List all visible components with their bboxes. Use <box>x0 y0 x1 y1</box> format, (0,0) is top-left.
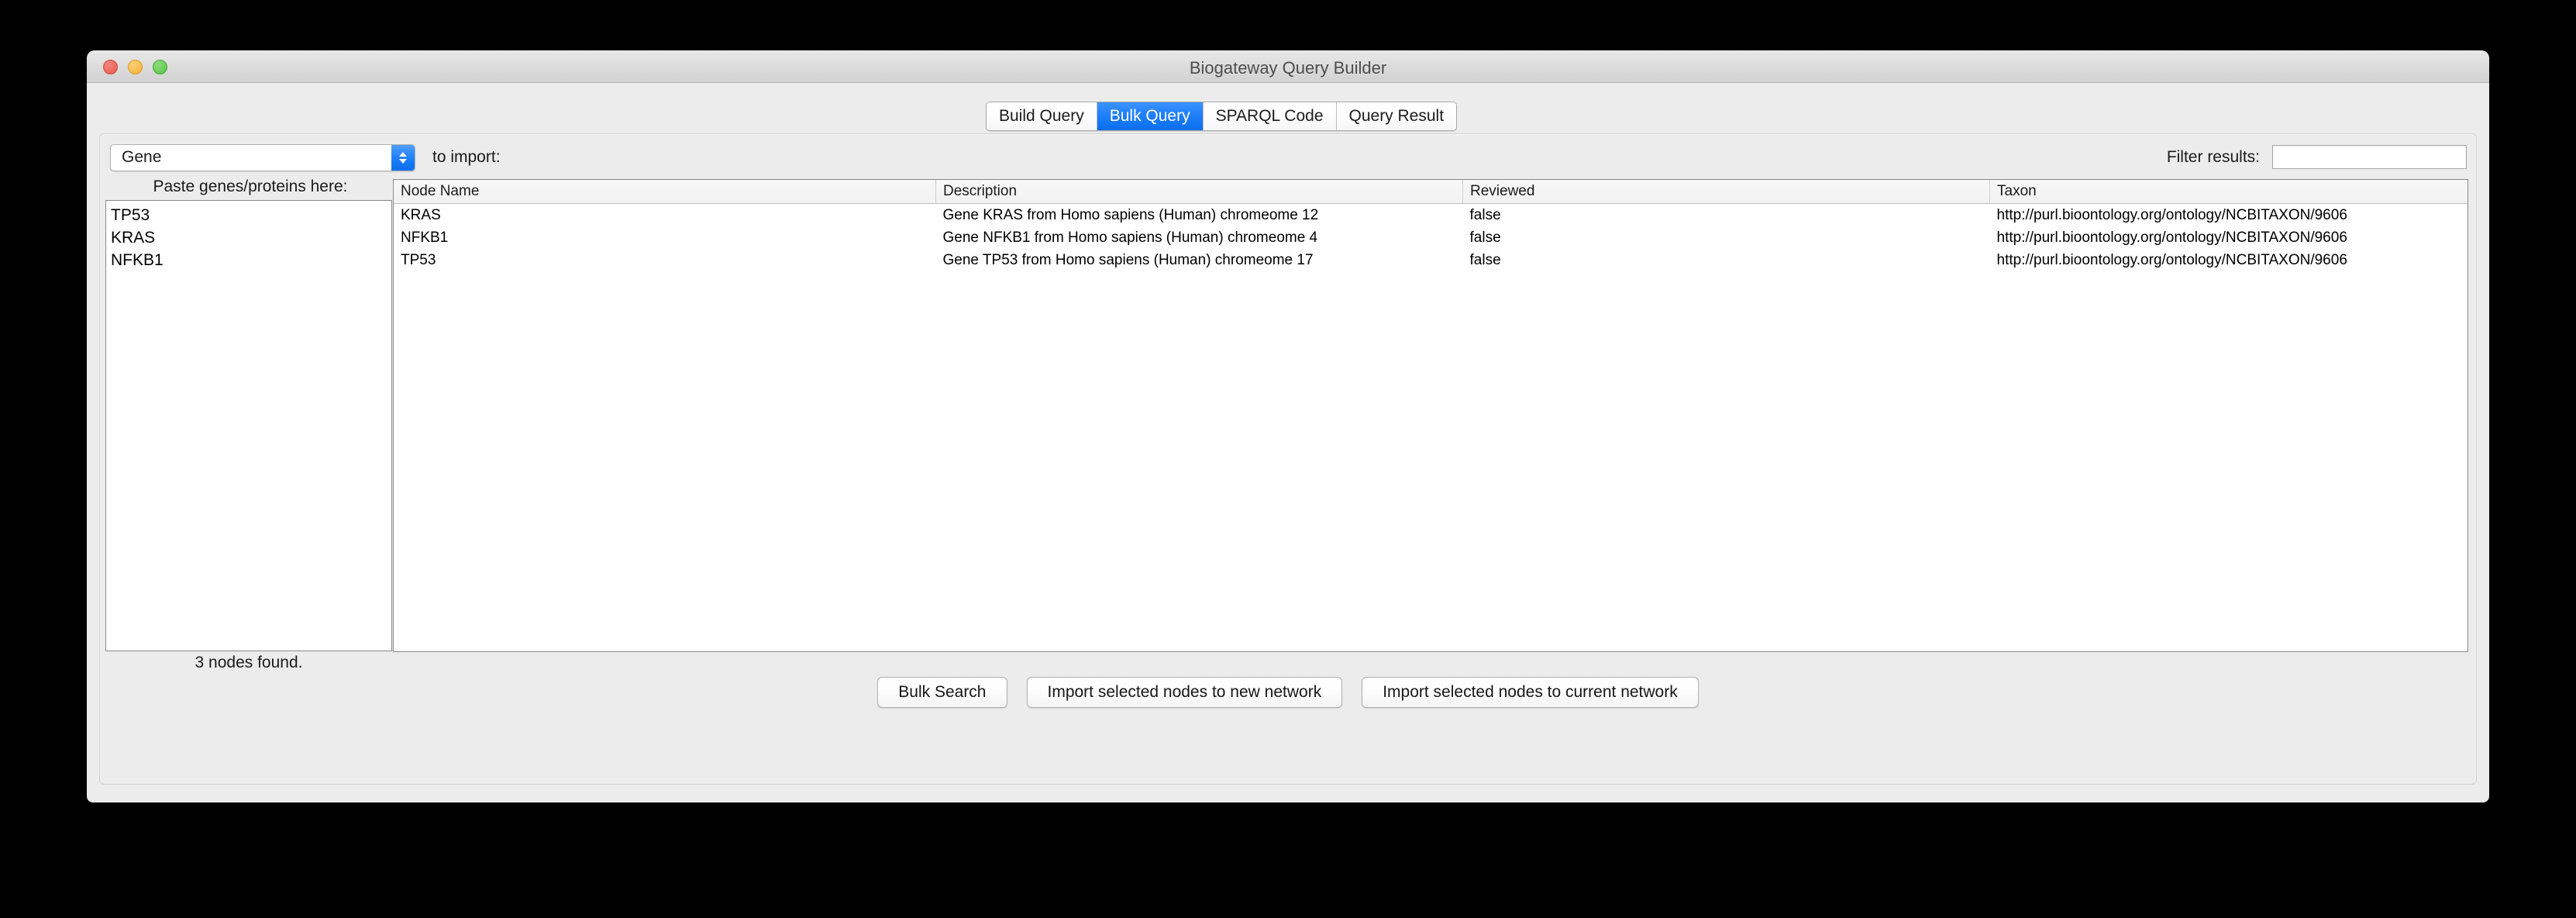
cell-node-name: TP53 <box>401 251 436 268</box>
node-type-select-value: Gene <box>122 148 162 166</box>
results-table: Node Name Description Reviewed Taxon KRA… <box>394 180 2468 271</box>
tab-sparql-code[interactable]: SPARQL Code <box>1203 102 1337 130</box>
cell-reviewed: false <box>1469 251 1501 268</box>
results-table-header: Node Name Description Reviewed Taxon <box>394 180 2468 204</box>
table-header-row: Node Name Description Reviewed Taxon <box>394 180 2468 204</box>
chevron-up-icon <box>399 151 407 157</box>
cell-description: Gene KRAS from Homo sapiens (Human) chro… <box>942 206 1319 223</box>
column-header-node-name[interactable]: Node Name <box>394 180 936 204</box>
nodes-found-status: 3 nodes found. <box>195 654 303 671</box>
import-to-current-network-button[interactable]: Import selected nodes to current network <box>1362 677 1699 708</box>
cell-node-name: KRAS <box>401 206 441 223</box>
paste-genes-textarea[interactable]: TP53 KRAS NFKB1 <box>105 200 392 651</box>
cell-node-name: NFKB1 <box>401 229 449 246</box>
filter-results-row: Filter results: <box>2167 145 2467 169</box>
tab-build-query[interactable]: Build Query <box>987 102 1097 130</box>
app-window: Biogateway Query Builder Build Query Bul… <box>87 50 2489 802</box>
cell-reviewed: false <box>1469 229 1501 246</box>
table-row[interactable]: TP53 Gene TP53 from Homo sapiens (Human)… <box>394 249 2468 271</box>
node-type-select[interactable]: Gene <box>110 143 415 171</box>
paste-genes-label: Paste genes/proteins here: <box>153 178 348 195</box>
tabbar-area: Build Query Bulk Query SPARQL Code Query… <box>87 83 2489 133</box>
table-row[interactable]: KRAS Gene KRAS from Homo sapiens (Human)… <box>394 204 2468 227</box>
bulk-query-panel: Gene to import: Filter results: Paste ge… <box>99 133 2477 785</box>
window-titlebar: Biogateway Query Builder <box>87 50 2489 83</box>
chevron-updown-icon[interactable] <box>391 144 415 171</box>
cell-description: Gene NFKB1 from Homo sapiens (Human) chr… <box>942 229 1318 246</box>
tab-query-result[interactable]: Query Result <box>1336 102 1457 130</box>
import-to-new-network-button[interactable]: Import selected nodes to new network <box>1026 677 1343 708</box>
to-import-label: to import: <box>432 148 501 166</box>
window-title: Biogateway Query Builder <box>1189 58 1387 78</box>
tab-segmented-control: Build Query Bulk Query SPARQL Code Query… <box>986 102 1458 131</box>
cell-taxon: http://purl.bioontology.org/ontology/NCB… <box>1996 229 2347 246</box>
action-button-row: Bulk Search Import selected nodes to new… <box>100 677 2476 708</box>
cell-taxon: http://purl.bioontology.org/ontology/NCB… <box>1996 206 2347 223</box>
column-header-taxon[interactable]: Taxon <box>1989 180 2468 204</box>
results-table-body: KRAS Gene KRAS from Homo sapiens (Human)… <box>394 204 2468 272</box>
cell-taxon: http://purl.bioontology.org/ontology/NCB… <box>1996 251 2347 268</box>
column-header-description[interactable]: Description <box>935 180 1463 204</box>
results-table-container[interactable]: Node Name Description Reviewed Taxon KRA… <box>393 179 2468 652</box>
tab-bulk-query[interactable]: Bulk Query <box>1097 102 1204 130</box>
cell-description: Gene TP53 from Homo sapiens (Human) chro… <box>942 251 1314 268</box>
filter-results-label: Filter results: <box>2166 147 2260 166</box>
table-row[interactable]: NFKB1 Gene NFKB1 from Homo sapiens (Huma… <box>394 226 2468 249</box>
column-header-reviewed[interactable]: Reviewed <box>1462 180 1990 204</box>
filter-results-input[interactable] <box>2272 145 2467 169</box>
bulk-search-button[interactable]: Bulk Search <box>877 677 1007 708</box>
cell-reviewed: false <box>1469 206 1501 223</box>
chevron-down-icon <box>399 158 407 164</box>
import-type-row: Gene to import: <box>110 142 501 173</box>
